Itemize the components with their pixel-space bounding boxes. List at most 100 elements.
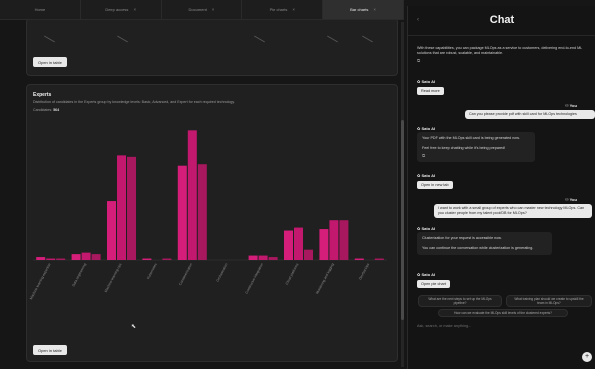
experts-card: Experts Distribution of candidates in th… [26,84,398,362]
copy-icon[interactable]: ⧉ [422,153,530,158]
ai-avatar-icon: ✿ [417,79,421,84]
ai-avatar-icon: ✿ [417,226,421,231]
chart-bar[interactable] [177,165,187,260]
chat-panel: ‹ Chat With these capabilities, you can … [407,6,595,369]
copy-icon[interactable]: ⧉ [417,58,589,63]
chart-bar[interactable] [284,230,293,260]
tick-mark [117,35,128,43]
chart-bar[interactable] [91,254,101,260]
chart-bar[interactable] [107,201,116,260]
sender-name: Sato AI [421,79,436,84]
chart-bar[interactable] [304,249,313,260]
chart-bar[interactable] [294,227,303,260]
previous-chart-tick-marks [27,20,399,59]
tab-label: Pie charts [269,7,288,12]
x-tick-label: Continuous integration [245,262,265,294]
chart-bar[interactable] [248,255,258,260]
send-icon[interactable]: + [582,352,592,362]
ai-message: With these capabilities, you can package… [417,46,589,63]
chart-bar[interactable] [162,258,172,260]
x-tick-label: Orchestration [215,262,228,282]
chart-bar[interactable] [36,257,46,260]
chart-bar[interactable] [117,155,126,260]
tab-document[interactable]: Document × [162,0,243,19]
chat-title: Chat [489,14,515,26]
user-sender: ⚇ You [565,103,577,108]
tab-label: Home [34,7,46,12]
scrollbar-thumb[interactable] [401,120,404,320]
chart-bar[interactable] [56,258,66,260]
x-tick-label: Monitoring and logging [315,262,335,294]
tab-home[interactable]: Home [0,0,81,19]
read-more-button[interactable]: Read more [417,87,444,95]
ai-sender: ✿ Sato AI [417,79,435,84]
chart-bar[interactable] [46,258,56,260]
message-text: You can continue the conversation while … [422,246,534,250]
sender-name: Sato AI [421,126,436,131]
user-message: I want to work with a small group of exp… [434,204,592,218]
chart-bar[interactable] [71,254,81,260]
x-tick-label: Data engineering [71,262,87,287]
sender-name: Sato AI [421,272,436,277]
sender-name: You [569,197,577,202]
tab-pie-charts[interactable]: Pie charts × [242,0,324,19]
tab-label: Bar charts [350,7,369,12]
tick-mark [362,35,373,43]
open-in-table-button[interactable]: Open in table [33,345,67,355]
tab-bar: Home Deep access × Document × Pie charts × … [0,0,404,20]
x-tick-label: Machine learning expertise [29,262,52,300]
user-avatar-icon: ⚇ [565,197,569,202]
chart-bar[interactable] [81,252,91,260]
chart-bar[interactable] [329,220,339,260]
chart-bar[interactable] [258,255,268,260]
open-in-new-tab-button[interactable]: Open in new tab [417,181,453,189]
chart-bar[interactable] [339,220,349,260]
sender-name: Sato AI [421,173,436,178]
close-icon[interactable]: × [292,7,295,12]
ai-avatar-icon: ✿ [417,173,421,178]
experts-bar-chart: Machine learning expertise Data engineeri… [29,130,387,300]
tab-deep-access[interactable]: Deep access × [81,0,162,19]
ai-avatar-icon: ✿ [417,126,421,131]
x-tick-label: Cloud platforms [285,262,300,285]
open-in-table-button[interactable]: Open in table [33,57,67,67]
ai-sender: ✿ Sato AI [417,126,435,131]
x-tick-label: Machine learning ops [104,262,123,293]
open-pie-chart-button[interactable]: Open pie chart [417,280,450,288]
main-content: Open in table Experts Distribution of ca… [0,20,404,369]
ai-avatar-icon: ✿ [417,272,421,277]
tab-label: Deep access [105,7,129,12]
chart-bar[interactable] [354,258,364,260]
ai-message: Your PDF with the MLOps skill card is be… [417,132,535,162]
sender-name: You [569,103,577,108]
message-text: Your PDF with the MLOps skill card is be… [422,136,520,140]
chart-bar[interactable] [197,164,207,260]
chart-bar[interactable] [374,258,384,260]
tab-label: Document [188,7,207,12]
user-sender: ⚇ You [565,197,577,202]
mouse-cursor-icon: ⬉ [131,324,137,330]
chart-bar[interactable] [187,130,197,260]
x-tick-label: Kubernetes [146,262,158,279]
suggestion-chip[interactable]: What are the next steps to set up the ML… [418,295,502,307]
chart-bar[interactable] [142,258,152,260]
tick-mark [254,35,265,43]
chat-header: ‹ Chat [408,6,595,36]
chat-input[interactable]: Ask, search, or make anything... [417,324,471,328]
previous-chart-card: Open in table [26,20,398,76]
user-message: Can you please provide pdf with skill ca… [465,110,595,119]
x-tick-label: Containerization [178,263,193,287]
chart-bar[interactable] [319,229,329,260]
tick-mark [44,35,55,43]
tick-mark [327,35,338,43]
close-icon[interactable]: × [212,7,215,12]
ai-sender: ✿ Sato AI [417,272,435,277]
suggestion-chip[interactable]: What training plan should we create to u… [506,295,592,307]
message-text: Feel free to keep chatting while it's be… [422,146,506,150]
chart-bar[interactable] [268,257,278,260]
suggestion-chip[interactable]: How can we evaluate the MLOps skill leve… [438,309,568,317]
tab-bar-charts[interactable]: Bar charts × [323,0,404,19]
close-icon[interactable]: × [133,7,136,12]
chart-bar[interactable] [127,156,136,260]
close-icon[interactable]: × [373,7,376,12]
